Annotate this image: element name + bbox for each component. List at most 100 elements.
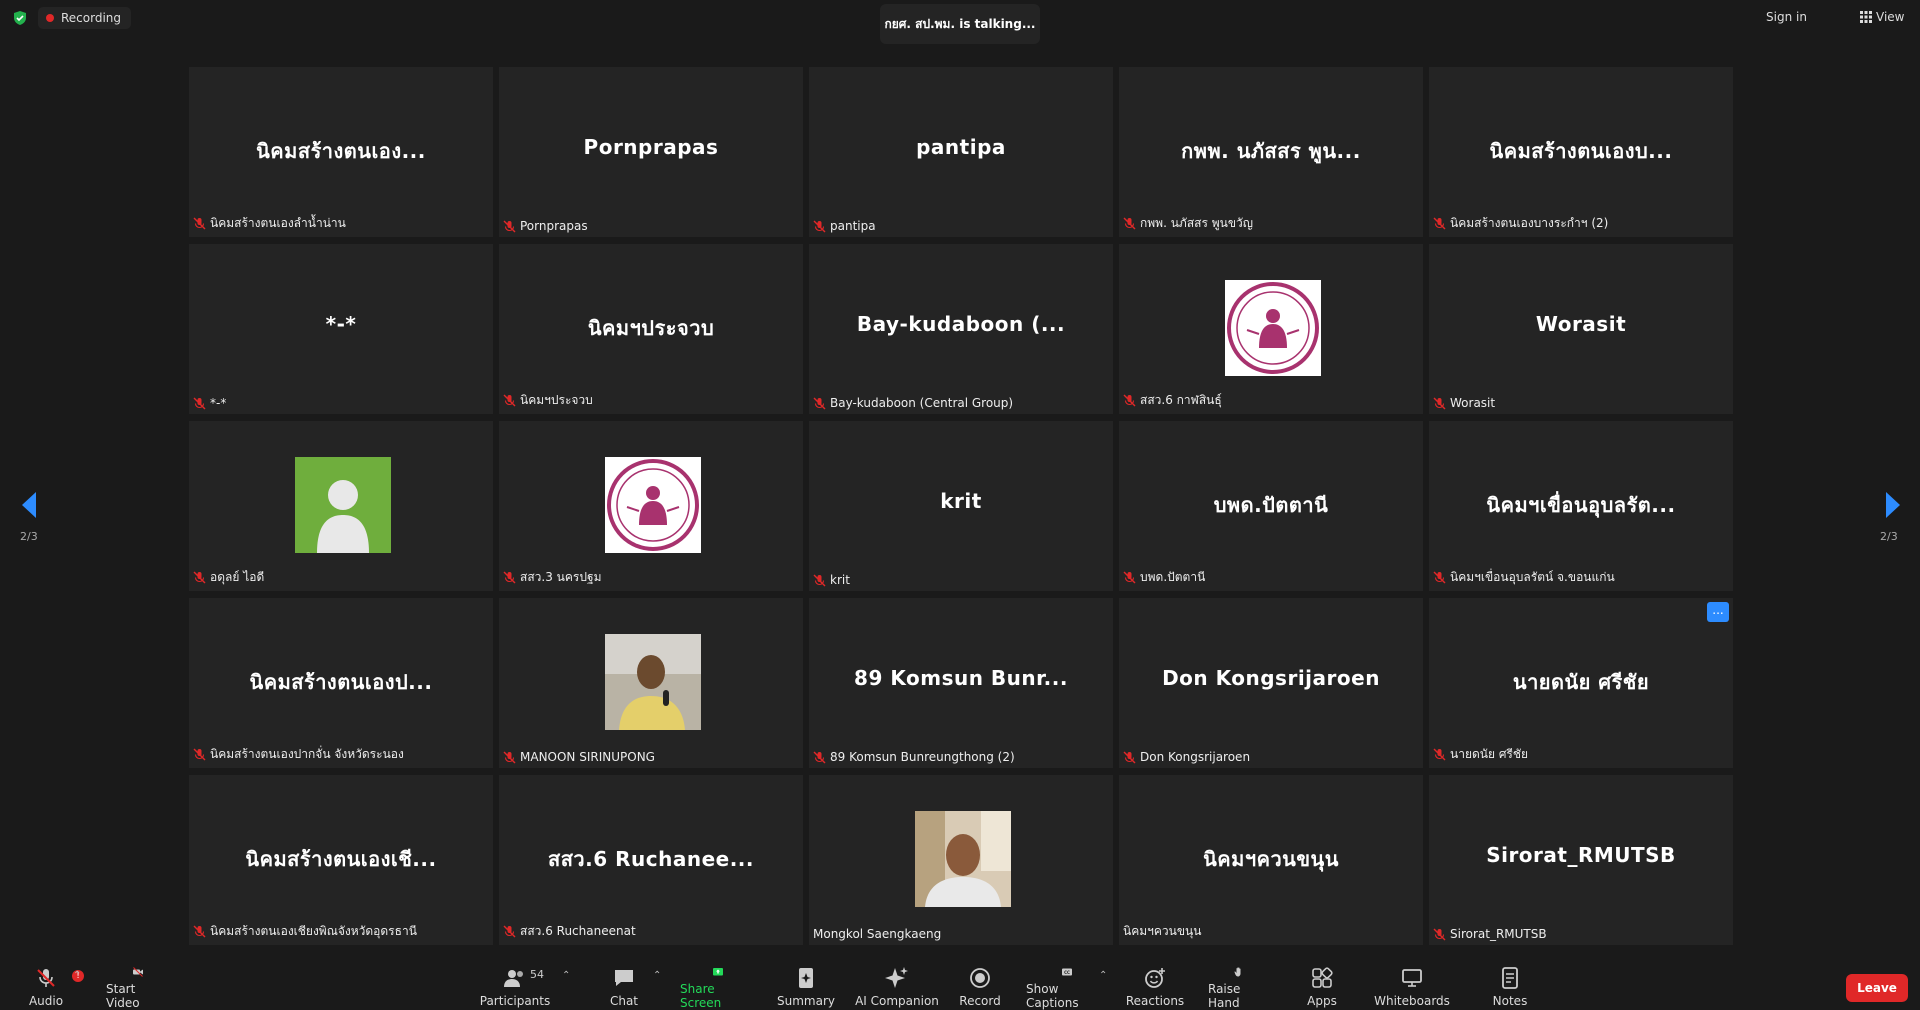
participant-name-label: สสว.6 กาฬสินธุ์ (1123, 391, 1222, 410)
participant-tile[interactable]: สสว.6 Ruchanee... สสว.6 Ruchaneenat (499, 775, 803, 945)
participant-tile[interactable]: Sirorat_RMUTSB Sirorat_RMUTSB (1429, 775, 1733, 945)
participant-tile[interactable]: นิคมฯเขื่อนอุบลรัต... นิคมฯเขื่อนอุบลรัตน… (1429, 421, 1733, 591)
participant-display-name: Don Kongsrijaroen (1162, 666, 1380, 690)
participant-tile[interactable]: สสว.6 กาฬสินธุ์ (1119, 244, 1423, 414)
notes-icon (1502, 967, 1518, 989)
share-screen-button[interactable]: Share Screen (680, 966, 756, 1010)
participant-tile[interactable]: Worasit Worasit (1429, 244, 1733, 414)
participant-tile[interactable]: สสว.3 นครปฐม (499, 421, 803, 591)
record-icon (970, 968, 990, 988)
participant-tile[interactable]: อดุลย์ ไอดี (189, 421, 493, 591)
participant-name-label: Pornprapas (503, 219, 588, 233)
chat-options-caret-icon[interactable]: ⌃ (653, 970, 661, 981)
show-captions-button[interactable]: CC Show Captions (1026, 966, 1108, 1010)
ai-companion-sparkle-icon (885, 967, 908, 988)
apps-button[interactable]: Apps (1306, 966, 1338, 1010)
participant-name-label: MANOON SIRINUPONG (503, 750, 655, 764)
more-options-button[interactable]: ... (1707, 602, 1729, 622)
audio-options-caret-icon[interactable]: ⌃ (73, 970, 81, 981)
participant-tile[interactable]: Pornprapas Pornprapas (499, 67, 803, 237)
show-captions-label: Show Captions (1026, 982, 1079, 1010)
start-video-label: Start Video (106, 982, 140, 1010)
participant-label-text: สสว.3 นครปฐม (520, 570, 602, 584)
recording-indicator[interactable]: Recording (38, 7, 132, 29)
start-video-button[interactable]: Start Video (106, 966, 170, 1010)
participant-photo (605, 634, 701, 730)
participant-tile[interactable]: 89 Komsun Bunr... 89 Komsun Bunreungthong… (809, 598, 1113, 768)
participant-tile[interactable]: นิคมสร้างตนเองเชี... นิคมสร้างตนเองเชียงพ… (189, 775, 493, 945)
raise-hand-button[interactable]: Raise Hand (1208, 966, 1270, 1010)
summary-button[interactable]: Summary (777, 966, 835, 1010)
participant-name-label: Worasit (1433, 396, 1495, 410)
participant-label-text: บพด.ปัตตานี (1140, 570, 1206, 584)
meeting-window: Recording กยศ. สป.พม. is talking... Sign… (0, 0, 1920, 1010)
reactions-button[interactable]: Reactions (1126, 966, 1184, 1010)
previous-page-arrow-icon[interactable] (18, 490, 42, 520)
participant-tile[interactable]: MANOON SIRINUPONG (499, 598, 803, 768)
notes-label: Notes (1492, 994, 1528, 1008)
share-screen-label: Share Screen (680, 982, 722, 1010)
participant-tile[interactable]: นิคมฯประจวบ นิคมฯประจวบ (499, 244, 803, 414)
participant-label-text: อดุลย์ ไอดี (210, 570, 265, 584)
participant-tile[interactable]: บพด.ปัตตานี บพด.ปัตตานี (1119, 421, 1423, 591)
participant-name-label: 89 Komsun Bunreungthong (2) (813, 750, 1015, 764)
microphone-muted-icon (503, 220, 516, 232)
participant-avatar (295, 457, 391, 553)
participant-tile[interactable]: Bay-kudaboon (... Bay-kudaboon (Central G… (809, 244, 1113, 414)
participant-tile[interactable]: นิคมสร้างตนเองบ... นิคมสร้างตนเองบางระกำฯ… (1429, 67, 1733, 237)
participant-avatar (605, 457, 701, 553)
organization-seal-icon (1227, 282, 1319, 374)
participant-label-text: นิคมสร้างตนเองลำน้ำน่าน (210, 216, 346, 230)
next-page-arrow-icon[interactable] (1880, 490, 1904, 520)
audio-button[interactable]: Audio ! (26, 966, 84, 1010)
participant-name-label: สสว.3 นครปฐม (503, 568, 601, 587)
participant-label-text: pantipa (830, 219, 876, 233)
participant-label-text: Pornprapas (520, 219, 588, 233)
participant-label-text: Mongkol Saengkaeng (813, 927, 942, 941)
participant-label-text: MANOON SIRINUPONG (520, 750, 655, 764)
participant-tile[interactable]: นิคมฯควนขนุน นิคมฯควนขนุน (1119, 775, 1423, 945)
participant-label-text: Sirorat_RMUTSB (1450, 927, 1547, 941)
participant-display-name: นิคมสร้างตนเองบ... (1489, 139, 1673, 163)
captions-options-caret-icon[interactable]: ⌃ (1099, 970, 1107, 981)
summary-label: Summary (777, 994, 835, 1008)
participant-tile[interactable]: *-* *-* (189, 244, 493, 414)
participant-tile[interactable]: pantipa pantipa (809, 67, 1113, 237)
participant-tile[interactable]: Mongkol Saengkaeng (809, 775, 1113, 945)
apps-label: Apps (1307, 994, 1337, 1008)
apps-icon (1312, 967, 1333, 988)
ai-companion-button[interactable]: AI Companion (852, 966, 942, 1010)
participant-tile[interactable]: กพพ. นภัสสร พูน... กพพ. นภัสสร พูนขวัญ (1119, 67, 1423, 237)
leave-button[interactable]: Leave (1846, 974, 1908, 1002)
participant-avatar (915, 811, 1011, 907)
participant-tile[interactable]: นิคมสร้างตนเอง... นิคมสร้างตนเองลำน้ำน่าน (189, 67, 493, 237)
participant-label-text: นิคมสร้างตนเองบางระกำฯ (2) (1450, 216, 1609, 230)
participant-tile[interactable]: Don Kongsrijaroen Don Kongsrijaroen (1119, 598, 1423, 768)
microphone-muted-icon (1433, 748, 1446, 761)
grid-view-icon (1860, 11, 1872, 23)
microphone-muted-icon (193, 217, 206, 230)
participant-tile[interactable]: krit krit (809, 421, 1113, 591)
participant-label-text: นิคมฯควนขนุน (1123, 924, 1202, 938)
view-button[interactable]: View (1860, 10, 1904, 24)
shield-icon[interactable] (12, 10, 28, 26)
microphone-muted-icon (813, 751, 826, 763)
participant-display-name: *-* (325, 312, 357, 336)
view-label: View (1876, 10, 1905, 24)
chat-button[interactable]: Chat (606, 966, 642, 1010)
participant-display-name: Bay-kudaboon (... (856, 312, 1066, 336)
participant-name-label: สสว.6 Ruchaneenat (503, 922, 636, 941)
participants-options-caret-icon[interactable]: ⌃ (562, 970, 570, 981)
participant-tile[interactable]: นายดนัย ศรีชัย นายดนัย ศรีชัย... (1429, 598, 1733, 768)
microphone-muted-icon (1433, 397, 1446, 409)
participant-label-text: นายดนัย ศรีชัย (1450, 747, 1529, 761)
notes-button[interactable]: Notes (1492, 966, 1528, 1010)
record-button[interactable]: Record (958, 966, 1002, 1010)
participant-tile[interactable]: นิคมสร้างตนเองป... นิคมสร้างตนเองปากจั่น … (189, 598, 493, 768)
participant-display-name: 89 Komsun Bunr... (854, 666, 1068, 690)
raise-hand-icon (1234, 967, 1241, 977)
meeting-toolbar: Audio ! ⌃ Start Video Participants 54 ⌃ … (0, 960, 1920, 1010)
participant-label-text: Don Kongsrijaroen (1140, 750, 1251, 764)
whiteboards-button[interactable]: Whiteboards (1374, 966, 1450, 1010)
sign-in-button[interactable]: Sign in (1766, 10, 1807, 24)
